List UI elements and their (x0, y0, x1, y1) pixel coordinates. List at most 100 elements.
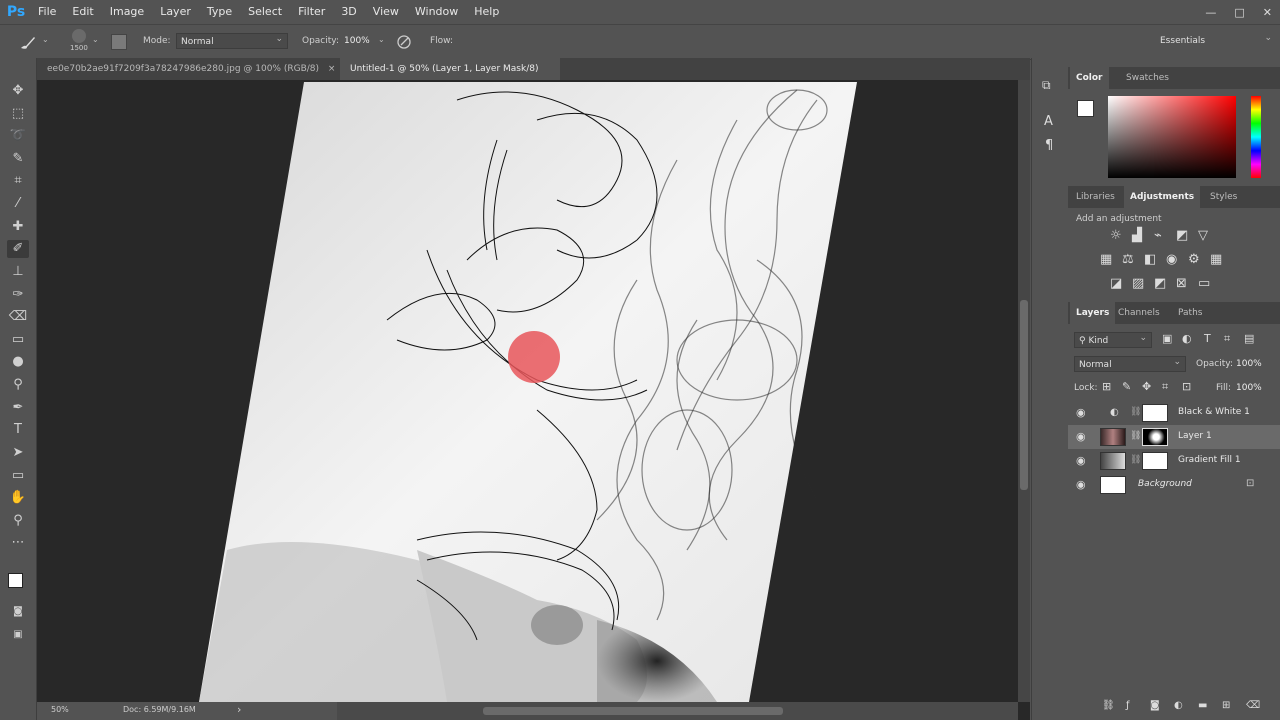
layer-row-layer-1[interactable]: ◉ ⛓ Layer 1 (1068, 425, 1280, 449)
invert-icon[interactable]: ◪ (1110, 276, 1122, 291)
layer-mask-thumbnail[interactable] (1142, 404, 1168, 422)
color-field[interactable] (1108, 96, 1236, 178)
visibility-eye-icon[interactable]: ◉ (1076, 430, 1086, 443)
tab-untitled-1[interactable]: Untitled-1 @ 50% (Layer 1, Layer Mask/8)… (340, 58, 560, 96)
lasso-tool-icon[interactable]: ➰ (7, 127, 29, 145)
lock-position-icon[interactable]: ✥ (1142, 380, 1151, 393)
filter-adjustment-icon[interactable]: ◐ (1182, 332, 1192, 345)
lock-artboard-icon[interactable]: ⌗ (1162, 380, 1168, 394)
layer-mask-thumbnail[interactable] (1142, 428, 1168, 446)
more-tools-icon[interactable]: ⋯ (7, 534, 29, 552)
filter-shape-icon[interactable]: ⌗ (1224, 332, 1230, 346)
canvas-artwork[interactable] (37, 80, 1018, 702)
menu-file[interactable]: File (30, 0, 64, 24)
visibility-eye-icon[interactable]: ◉ (1076, 478, 1086, 491)
mode-select[interactable]: Normal (176, 31, 288, 49)
vibrance-icon[interactable]: ▽ (1198, 228, 1208, 243)
link-layers-icon[interactable]: ⛓ (1102, 700, 1115, 711)
marquee-tool-icon[interactable]: ⬚ (7, 105, 29, 123)
new-adjustment-icon[interactable]: ◐ (1174, 700, 1183, 711)
hand-tool-icon[interactable]: ✋ (7, 489, 29, 507)
menu-filter[interactable]: Filter (290, 0, 333, 24)
layer-mask-thumbnail[interactable] (1142, 452, 1168, 470)
levels-icon[interactable]: ▟ (1132, 228, 1142, 243)
quick-select-tool-icon[interactable]: ✎ (7, 150, 29, 168)
posterize-icon[interactable]: ▨ (1132, 276, 1144, 291)
delete-layer-icon[interactable]: ⌫ (1246, 700, 1260, 711)
layer-name[interactable]: Layer 1 (1178, 431, 1212, 441)
layer-opacity-value[interactable]: 100% (1236, 359, 1262, 369)
move-tool-icon[interactable]: ✥ (7, 82, 29, 100)
gradient-map-icon[interactable]: ▭ (1198, 276, 1210, 291)
vertical-scroll-thumb[interactable] (1020, 300, 1028, 490)
opacity-value[interactable]: 100% (344, 36, 370, 46)
menu-3d[interactable]: 3D (333, 0, 364, 24)
brush-preset-icon[interactable] (18, 33, 38, 51)
layer-row-background[interactable]: ◉ Background ⊡ (1068, 473, 1280, 497)
layer-name[interactable]: Black & White 1 (1178, 407, 1250, 417)
workspace-select[interactable]: Essentials (1156, 30, 1276, 49)
screen-mode-icon[interactable]: ▣ (7, 626, 29, 644)
layer-thumbnail[interactable] (1100, 428, 1126, 446)
pen-tool-icon[interactable]: ✒ (7, 399, 29, 417)
healing-brush-tool-icon[interactable]: ✚ (7, 218, 29, 236)
threshold-icon[interactable]: ◩ (1154, 276, 1166, 291)
visibility-eye-icon[interactable]: ◉ (1076, 454, 1086, 467)
eraser-tool-icon[interactable]: ⌫ (7, 308, 29, 326)
eyedropper-tool-icon[interactable]: ⁄ (7, 195, 29, 213)
tab-adjustments[interactable]: Adjustments (1124, 186, 1201, 208)
lock-image-icon[interactable]: ✎ (1122, 380, 1131, 393)
brightness-contrast-icon[interactable]: ☼ (1110, 228, 1122, 243)
link-icon[interactable]: ⛓ (1130, 407, 1141, 417)
blend-mode-select[interactable]: Normal (1074, 354, 1186, 372)
color-foreground-swatch[interactable] (1077, 100, 1094, 117)
status-menu-arrow-icon[interactable]: › (237, 703, 241, 716)
tab-libraries[interactable]: Libraries (1070, 186, 1121, 208)
add-mask-icon[interactable]: ◙ (1150, 700, 1160, 711)
paragraph-panel-icon[interactable]: ¶ (1045, 138, 1053, 153)
layer-filter-select[interactable]: ⚲ Kind (1074, 330, 1152, 348)
tab-close-icon[interactable]: × (328, 64, 336, 74)
menu-edit[interactable]: Edit (64, 0, 101, 24)
filter-type-icon[interactable]: T (1204, 332, 1211, 345)
filter-smart-object-icon[interactable]: ▤ (1244, 332, 1254, 345)
opacity-chevron-icon[interactable]: ⌄ (378, 35, 385, 44)
link-icon[interactable]: ⛓ (1130, 455, 1141, 465)
layer-name[interactable]: Gradient Fill 1 (1178, 455, 1241, 465)
canvas-viewport[interactable] (37, 80, 1018, 702)
photo-filter-icon[interactable]: ◉ (1166, 252, 1177, 267)
tab-color[interactable]: Color (1070, 67, 1109, 89)
new-group-icon[interactable]: ▬ (1198, 700, 1207, 711)
crop-tool-icon[interactable]: ⌗ (7, 172, 29, 190)
hue-slider[interactable] (1251, 96, 1261, 178)
selective-color-icon[interactable]: ⊠ (1176, 276, 1187, 291)
close-button[interactable]: ✕ (1263, 6, 1272, 19)
color-lookup-icon[interactable]: ▦ (1210, 252, 1222, 267)
quick-mask-icon[interactable]: ◙ (7, 603, 29, 621)
menu-window[interactable]: Window (407, 0, 466, 24)
menu-view[interactable]: View (365, 0, 407, 24)
rectangle-tool-icon[interactable]: ▭ (7, 467, 29, 485)
clone-stamp-tool-icon[interactable]: ⊥ (7, 263, 29, 281)
menu-select[interactable]: Select (240, 0, 290, 24)
history-brush-tool-icon[interactable]: ✑ (7, 286, 29, 304)
new-layer-icon[interactable]: ⊞ (1222, 700, 1230, 711)
tab-jpg-document[interactable]: ee0e70b2ae91f7209f3a78247986e280.jpg @ 1… (37, 58, 357, 80)
blur-tool-icon[interactable]: ● (7, 353, 29, 371)
maximize-button[interactable]: □ (1234, 6, 1244, 19)
brush-size-chevron-icon[interactable]: ⌄ (92, 35, 99, 44)
vertical-scrollbar[interactable] (1018, 80, 1030, 702)
tab-styles[interactable]: Styles (1204, 186, 1243, 208)
tab-swatches[interactable]: Swatches (1120, 67, 1175, 89)
zoom-level[interactable]: 50% (51, 705, 69, 714)
character-panel-icon[interactable]: A (1044, 114, 1053, 129)
layer-row-black-white[interactable]: ◉ ◐ ⛓ Black & White 1 (1068, 401, 1280, 425)
color-balance-icon[interactable]: ⚖ (1122, 252, 1134, 267)
zoom-tool-icon[interactable]: ⚲ (7, 512, 29, 530)
layer-name[interactable]: Background (1138, 479, 1192, 489)
minimize-button[interactable]: — (1205, 6, 1216, 19)
type-tool-icon[interactable]: T (7, 421, 29, 439)
gradient-thumbnail[interactable] (1100, 452, 1126, 470)
link-icon[interactable]: ⛓ (1130, 431, 1141, 441)
channel-mixer-icon[interactable]: ⚙ (1188, 252, 1200, 267)
